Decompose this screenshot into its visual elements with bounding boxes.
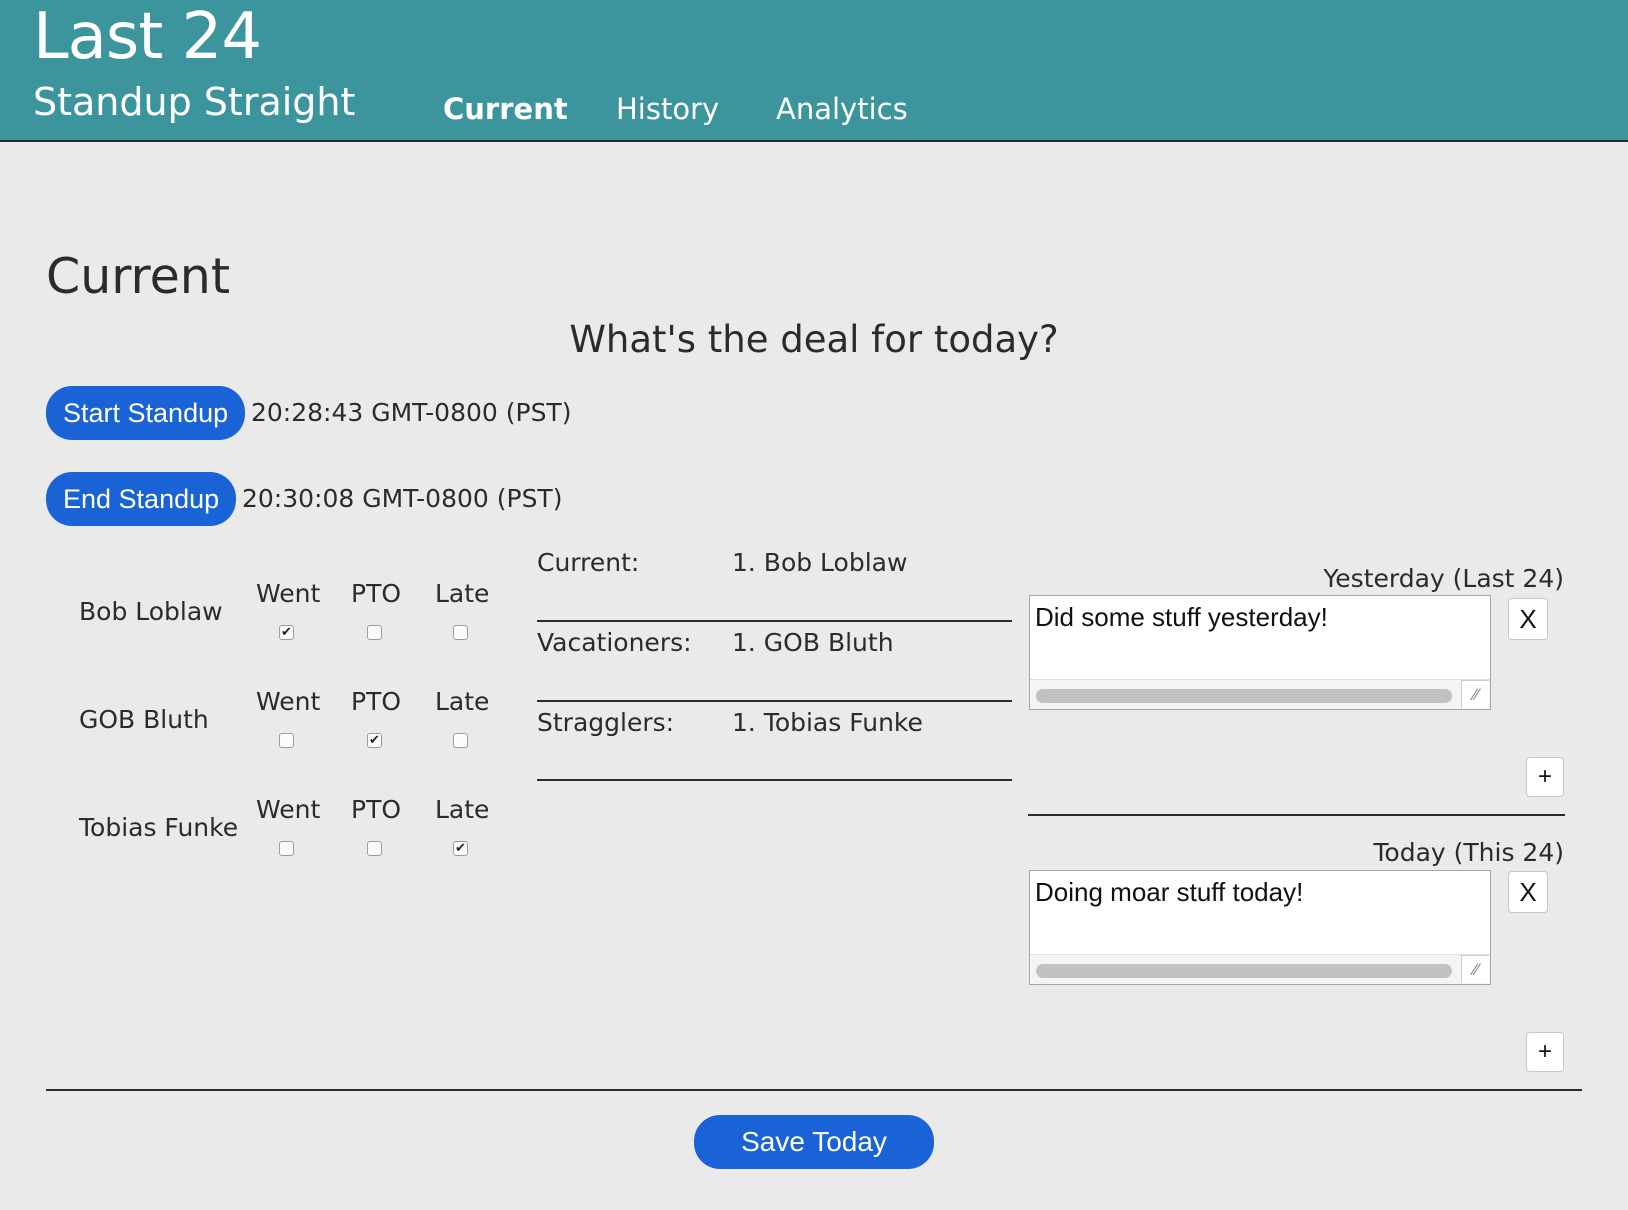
scrollbar-thumb[interactable] [1036,689,1452,703]
vacationers-value: 1. GOB Bluth [732,628,894,657]
pto-checkbox[interactable] [367,841,382,856]
app-header: Last 24 Standup Straight Current History… [0,0,1628,142]
late-checkbox[interactable]: ✔ [453,841,468,856]
start-time: 20:28:43 GMT-0800 (PST) [251,398,572,427]
yesterday-label: Yesterday (Last 24) [1323,564,1564,593]
pto-checkbox[interactable] [367,625,382,640]
late-header: Late [435,795,490,824]
scrollbar-thumb[interactable] [1036,964,1452,978]
today-text: Doing moar stuff today! [1035,877,1304,907]
save-today-button[interactable]: Save Today [694,1115,934,1169]
today-scrollbar[interactable]: ⁄⁄ [1030,954,1490,984]
notes-divider [1028,814,1565,816]
summary-divider [537,620,1012,622]
nav-history[interactable]: History [616,92,719,126]
nav-analytics[interactable]: Analytics [776,92,908,126]
yesterday-textarea[interactable]: Did some stuff yesterday! ⁄⁄ [1029,595,1491,710]
pto-header: PTO [351,579,402,608]
went-header: Went [256,795,321,824]
pto-header: PTO [351,687,402,716]
pto-checkbox[interactable]: ✔ [367,733,382,748]
app-title: Last 24 [33,0,262,74]
today-label: Today (This 24) [1373,838,1564,867]
end-time: 20:30:08 GMT-0800 (PST) [242,484,563,513]
add-yesterday-button[interactable]: + [1526,757,1564,797]
page-title: Current [46,248,231,305]
late-header: Late [435,579,490,608]
today-textarea[interactable]: Doing moar stuff today! ⁄⁄ [1029,870,1491,985]
late-checkbox[interactable] [453,625,468,640]
end-standup-button[interactable]: End Standup [46,472,237,526]
went-header: Went [256,687,321,716]
late-header: Late [435,687,490,716]
footer-divider [46,1089,1582,1091]
yesterday-scrollbar[interactable]: ⁄⁄ [1030,679,1490,709]
vacationers-label: Vacationers: [537,628,692,657]
stragglers-label: Stragglers: [537,708,675,737]
person-name: Bob Loblaw [79,597,223,626]
current-label: Current: [537,548,640,577]
app-subtitle: Standup Straight [33,80,356,124]
person-name: Tobias Funke [79,813,239,842]
resize-grip-icon[interactable]: ⁄⁄ [1461,680,1489,708]
yesterday-text: Did some stuff yesterday! [1035,602,1328,632]
stragglers-value: 1. Tobias Funke [732,708,923,737]
remove-today-button[interactable]: X [1508,871,1548,913]
went-checkbox[interactable] [279,733,294,748]
went-checkbox[interactable]: ✔ [279,625,294,640]
remove-yesterday-button[interactable]: X [1508,598,1548,640]
summary-divider [537,700,1012,702]
late-checkbox[interactable] [453,733,468,748]
person-name: GOB Bluth [79,705,209,734]
add-today-button[interactable]: + [1526,1032,1564,1072]
start-standup-button[interactable]: Start Standup [46,386,246,440]
went-checkbox[interactable] [279,841,294,856]
summary-divider [537,779,1012,781]
page-prompt: What's the deal for today? [569,318,1059,361]
current-value: 1. Bob Loblaw [732,548,908,577]
resize-grip-icon[interactable]: ⁄⁄ [1461,955,1489,983]
pto-header: PTO [351,795,402,824]
nav-current[interactable]: Current [443,92,568,126]
went-header: Went [256,579,321,608]
